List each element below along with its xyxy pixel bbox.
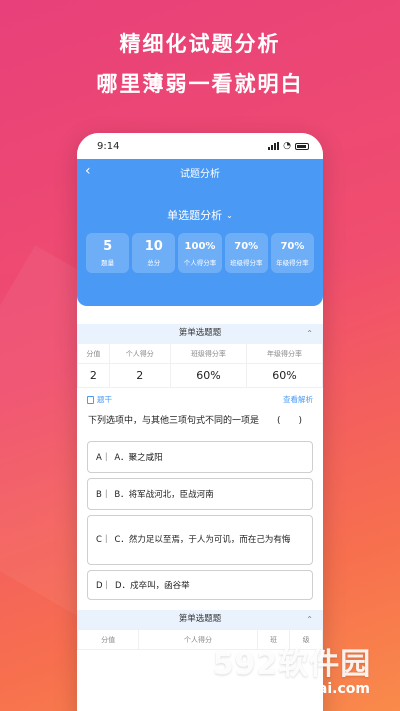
stat-label: 题量 [101,258,115,267]
stat-value: 70% [280,240,305,252]
option-c[interactable]: C｜ C．然力足以至焉，于人为可讥，而在己为有悔 [87,515,313,565]
battery-icon [295,142,309,150]
stat-label: 个人得分率 [183,258,217,267]
promo-subtitle: 哪里薄弱一看就明白 [96,72,304,96]
chevron-up-icon: ⌃ [306,329,313,338]
stat-value: 70% [234,240,259,252]
option-a[interactable]: A｜ A．聚之咸阳 [87,441,313,473]
stat-value: 100% [184,240,216,252]
chevron-up-icon: ⌃ [306,615,313,624]
stem-label: 题干 [97,395,112,404]
table-row: 2 2 60% 60% [77,363,323,388]
watermark-logo: 592软件园 [212,647,372,682]
column-header: 分值 [77,343,110,364]
stem-tag: 题干 [87,394,112,405]
table-cell: 2 [108,363,171,388]
status-icons: ◔ [268,141,309,151]
option-text: D．戍卒叫，函谷举 [115,581,190,591]
score-table: 分值 个人得分 班级得分率 年级得分率 2 2 60% 60% [77,343,323,388]
question-type-label: 单选题分析 [167,209,223,222]
column-header: 分值 [77,629,140,650]
stat-question-count: 5 题量 [86,233,130,273]
table-cell: 60% [169,363,247,388]
column-header: 年级得分率 [245,343,323,364]
stat-value: 10 [144,238,163,254]
option-text: B．将军战河北，臣战河南 [114,490,214,500]
back-arrow-icon[interactable]: ‹ [85,163,91,179]
wifi-icon: ◔ [283,141,291,151]
option-d[interactable]: D｜ D．戍卒叫，函谷举 [87,570,313,600]
watermark: 592软件园 www.592xiazai.com [202,639,382,697]
stat-total-score: 10 总分 [132,233,176,273]
stat-value: 5 [103,238,113,254]
navbar: ‹ 试题分析 [77,159,323,185]
section-title: 第单选题题 [178,328,222,338]
section-header[interactable]: 第单选题题 ⌃ [77,610,323,629]
status-time: 9:14 [97,140,120,152]
promo-title: 精细化试题分析 [119,32,281,56]
question-text: 下列选项中，与其他三项句式不同的一项是 ( ) [88,416,303,426]
stat-label: 年级得分率 [276,258,309,267]
status-bar: 9:14 ◔ [77,133,323,159]
option-letter: A｜ [96,453,111,463]
stat-class-rate: 70% 班级得分率 [224,233,268,273]
option-letter: C｜ [96,534,111,545]
stat-label: 总分 [147,258,161,267]
watermark-url: www.592xiazai.com [214,681,370,697]
phone-frame: 9:14 ◔ ‹ 试题分析 单选题分析 ⌄ 5 题量 10 总分 100% 个人… [77,133,323,711]
stat-grade-rate: 70% 年级得分率 [270,233,315,273]
stat-label: 班级得分率 [229,258,263,267]
stats-row: 5 题量 10 总分 100% 个人得分率 70% 班级得分率 70% 年级得分… [77,233,323,273]
table-cell: 2 [77,363,110,388]
option-text: C．然力足以至焉，于人为可讥，而在己为有悔 [114,534,291,545]
stat-personal-rate: 100% 个人得分率 [178,233,222,273]
column-header: 班级得分率 [169,343,247,364]
bookmark-icon [87,395,94,404]
chevron-down-icon: ⌄ [226,210,233,220]
option-letter: B｜ [96,490,111,500]
question-type-selector[interactable]: 单选题分析 ⌄ [77,207,323,223]
section-title: 第单选题题 [178,614,222,624]
option-text: A．聚之咸阳 [114,453,163,463]
signal-icon [268,142,280,150]
question-bar: 题干 查看解析 [77,388,323,405]
view-analysis-link[interactable]: 查看解析 [283,394,313,405]
column-header: 个人得分 [108,343,171,364]
option-b[interactable]: B｜ B．将军战河北，臣战河南 [87,478,313,510]
table-header-row: 分值 个人得分 班级得分率 年级得分率 [77,343,323,364]
analysis-header: ‹ 试题分析 单选题分析 ⌄ 5 题量 10 总分 100% 个人得分率 70%… [77,159,323,306]
table-cell: 60% [245,363,323,388]
section-header[interactable]: 第单选题题 ⌃ [77,324,323,343]
option-letter: D｜ [96,581,112,591]
page-title: 试题分析 [180,168,220,180]
